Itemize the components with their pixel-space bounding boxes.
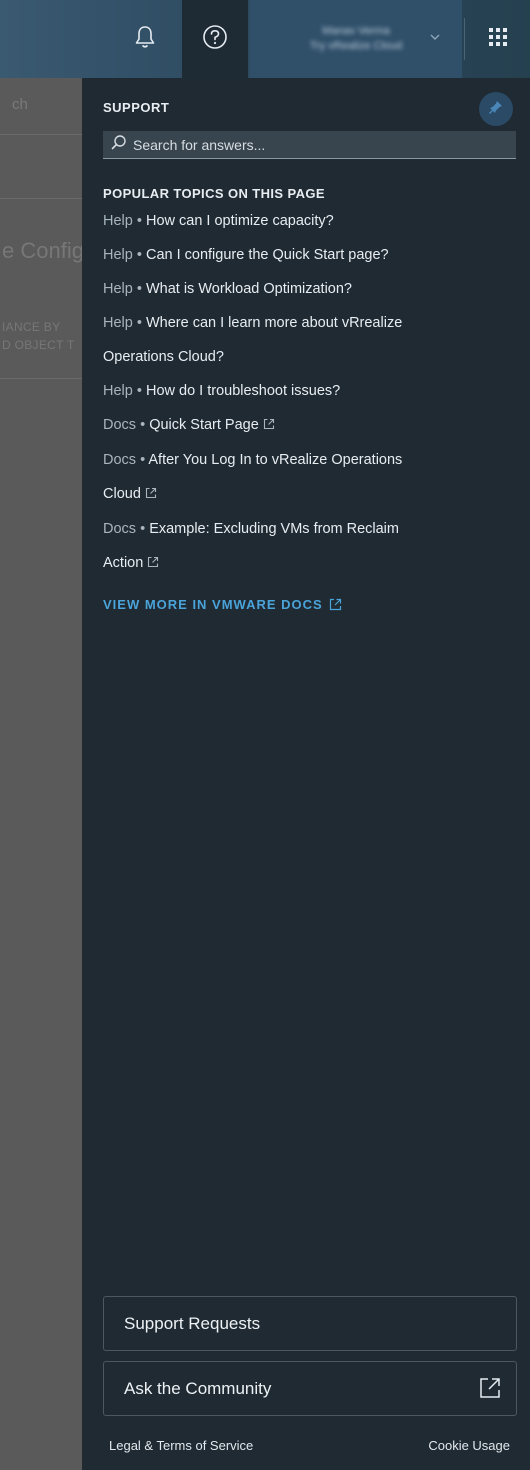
help-button[interactable] bbox=[182, 0, 248, 78]
topic-separator: • bbox=[136, 521, 150, 537]
topic-type: Docs bbox=[103, 521, 137, 537]
background-label: D OBJECT T bbox=[2, 338, 75, 352]
popular-topics-list: Help • How can I optimize capacity? Help … bbox=[103, 204, 513, 581]
background-label: IANCE BY bbox=[2, 320, 61, 334]
topic-item[interactable]: Cloud bbox=[103, 477, 513, 512]
background-app-overlay: ch e Config IANCE BY D OBJECT T bbox=[0, 78, 82, 1470]
external-link-icon bbox=[327, 597, 342, 612]
topic-text: After You Log In to vRealize Operations bbox=[148, 452, 403, 468]
external-link-icon bbox=[145, 487, 157, 503]
pin-button[interactable] bbox=[479, 92, 513, 126]
chevron-down-icon bbox=[430, 33, 440, 44]
topic-text: How can I optimize capacity? bbox=[145, 213, 334, 229]
topic-text: Can I configure the Quick Start page? bbox=[145, 247, 389, 263]
notifications-button[interactable] bbox=[110, 0, 180, 78]
topic-type: Help bbox=[103, 213, 133, 229]
external-link-icon bbox=[478, 1376, 502, 1405]
topic-type: Help bbox=[103, 247, 133, 263]
support-requests-label: Support Requests bbox=[124, 1313, 261, 1333]
support-panel: SUPPORT POPULAR TOPICS ON THIS PAGE Help… bbox=[82, 78, 530, 1470]
grid-icon bbox=[488, 27, 508, 52]
topic-item[interactable]: Docs • Quick Start Page bbox=[103, 408, 513, 443]
topic-item[interactable]: Help • Can I configure the Quick Start p… bbox=[103, 238, 513, 272]
topic-text: Cloud bbox=[103, 486, 141, 502]
bell-icon bbox=[134, 25, 156, 54]
topic-type: Docs bbox=[103, 417, 137, 433]
topic-text: How do I troubleshoot issues? bbox=[145, 383, 341, 399]
support-requests-button[interactable]: Support Requests bbox=[103, 1296, 517, 1351]
topic-text: Example: Excluding VMs from Reclaim bbox=[149, 521, 399, 537]
panel-title: SUPPORT bbox=[103, 100, 170, 115]
topic-item[interactable]: Action bbox=[103, 546, 513, 581]
topic-item[interactable]: Help • How can I optimize capacity? bbox=[103, 204, 513, 238]
topic-type: Docs bbox=[103, 452, 137, 468]
topic-text: What is Workload Optimization? bbox=[145, 281, 352, 297]
topic-text: Operations Cloud? bbox=[103, 349, 224, 365]
help-circle-icon bbox=[202, 24, 228, 55]
ask-community-button[interactable]: Ask the Community bbox=[103, 1361, 517, 1416]
topic-separator: • bbox=[136, 417, 150, 433]
user-menu-button[interactable]: Manav Verma Try vRealize Cloud bbox=[250, 0, 462, 78]
topic-item[interactable]: Help • What is Workload Optimization? bbox=[103, 272, 513, 306]
ask-community-label: Ask the Community bbox=[124, 1378, 272, 1398]
pin-icon bbox=[488, 99, 504, 120]
background-divider bbox=[0, 134, 82, 135]
apps-button[interactable] bbox=[466, 0, 530, 78]
external-link-icon bbox=[147, 556, 159, 572]
topic-separator: • bbox=[132, 315, 146, 331]
support-search[interactable] bbox=[103, 131, 516, 159]
background-divider bbox=[0, 198, 82, 199]
topic-type: Help bbox=[103, 383, 133, 399]
background-divider bbox=[0, 378, 82, 379]
topic-item[interactable]: Help • Where can I learn more about vRre… bbox=[103, 306, 513, 340]
search-icon bbox=[111, 134, 127, 155]
background-search-text: ch bbox=[12, 96, 28, 113]
view-more-docs-link[interactable]: VIEW MORE IN VMWARE DOCS bbox=[103, 597, 342, 612]
user-subtitle: Try vRealize Cloud bbox=[309, 40, 403, 52]
topic-item[interactable]: Docs • After You Log In to vRealize Oper… bbox=[103, 443, 513, 477]
topic-separator: • bbox=[136, 452, 149, 468]
topic-item[interactable]: Operations Cloud? bbox=[103, 340, 513, 374]
topic-item[interactable]: Docs • Example: Excluding VMs from Recla… bbox=[103, 512, 513, 546]
app-root: Manav Verma Try vRealize Cloud ch e Conf… bbox=[0, 0, 530, 1470]
topic-separator: • bbox=[132, 213, 146, 229]
background-page-title: e Config bbox=[2, 238, 82, 263]
view-more-label: VIEW MORE IN VMWARE DOCS bbox=[103, 597, 323, 612]
topic-text: Action bbox=[103, 555, 144, 571]
external-link-icon bbox=[263, 418, 275, 434]
header-divider bbox=[464, 18, 465, 60]
topic-text: Quick Start Page bbox=[149, 417, 259, 433]
search-input[interactable] bbox=[127, 135, 516, 154]
user-name: Manav Verma bbox=[322, 25, 390, 37]
topic-type: Help bbox=[103, 281, 133, 297]
topic-text: Where can I learn more about vRrealize bbox=[145, 315, 403, 331]
topic-type: Help bbox=[103, 315, 133, 331]
topic-separator: • bbox=[132, 247, 146, 263]
popular-topics-heading: POPULAR TOPICS ON THIS PAGE bbox=[103, 186, 325, 201]
topic-separator: • bbox=[132, 281, 146, 297]
topic-separator: • bbox=[132, 383, 146, 399]
legal-terms-link[interactable]: Legal & Terms of Service bbox=[109, 1438, 253, 1453]
cookie-usage-link[interactable]: Cookie Usage bbox=[428, 1438, 510, 1453]
top-header: Manav Verma Try vRealize Cloud bbox=[0, 0, 530, 78]
topic-item[interactable]: Help • How do I troubleshoot issues? bbox=[103, 374, 513, 408]
